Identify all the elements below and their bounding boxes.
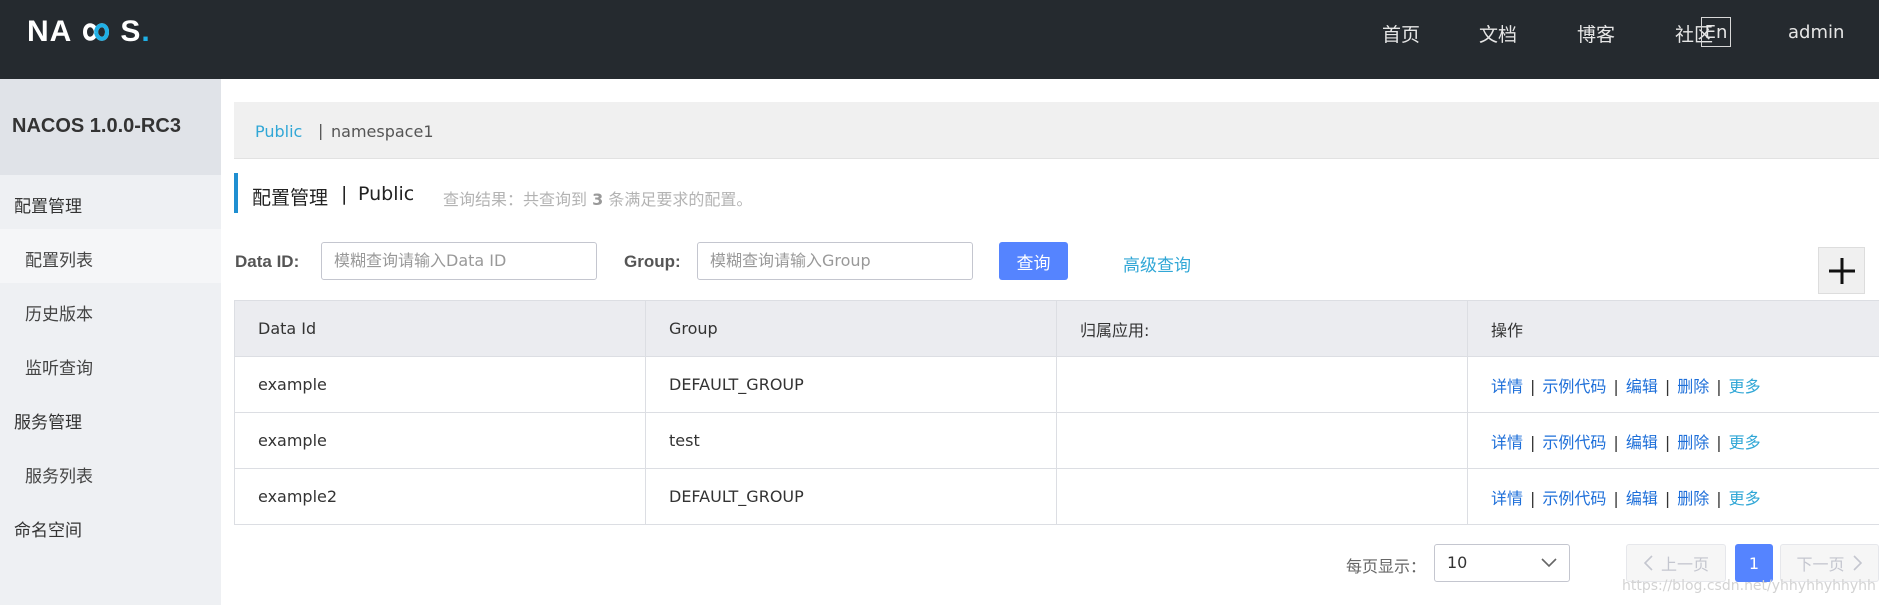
sidebar-item-listener-query[interactable]: 监听查询 <box>0 337 221 391</box>
config-table: Data Id Group 归属应用: 操作 example DEFAULT_G… <box>234 300 1879 525</box>
cell-group: DEFAULT_GROUP <box>645 356 1057 413</box>
language-switch-button[interactable]: En <box>1701 17 1731 47</box>
cell-actions: 详情 | 示例代码 | 编辑 | 删除 | 更多 <box>1467 412 1879 469</box>
delete-link[interactable]: 删除 <box>1677 377 1709 396</box>
sidebar: NACOS 1.0.0-RC3 配置管理 配置列表 历史版本 监听查询 服务管理… <box>0 79 221 605</box>
page-size-label: 每页显示： <box>1346 557 1427 576</box>
user-menu[interactable]: admin <box>1788 22 1844 43</box>
nav-home[interactable]: 首页 <box>1382 20 1420 47</box>
sample-code-link[interactable]: 示例代码 <box>1542 377 1606 396</box>
page-size-value: 10 <box>1447 553 1468 572</box>
cell-dataid: example <box>234 356 646 413</box>
dataid-search-input[interactable]: 模糊查询请输入Data ID <box>321 242 597 280</box>
infinity-icon <box>83 23 110 41</box>
sidebar-item-service-list[interactable]: 服务列表 <box>0 445 221 499</box>
sample-code-link[interactable]: 示例代码 <box>1542 433 1606 452</box>
sidebar-item-label: 服务列表 <box>25 467 93 487</box>
group-label: Group: <box>624 252 681 271</box>
logo-text-left: NA <box>27 15 73 48</box>
advanced-query-link[interactable]: 高级查询 <box>1123 251 1191 276</box>
plus-icon <box>1828 257 1855 284</box>
table-header-row: Data Id Group 归属应用: 操作 <box>234 300 1879 357</box>
watermark-text: https://blog.csdn.net/yhhyhhyhhyhh <box>1622 578 1876 594</box>
page-size-select[interactable]: 10 <box>1434 544 1570 582</box>
add-config-button[interactable] <box>1818 247 1865 294</box>
cell-group: test <box>645 412 1057 469</box>
nav-docs[interactable]: 文档 <box>1479 20 1517 47</box>
edit-link[interactable]: 编辑 <box>1626 489 1658 508</box>
more-link[interactable]: 更多 <box>1729 433 1761 452</box>
edit-link[interactable]: 编辑 <box>1626 433 1658 452</box>
detail-link[interactable]: 详情 <box>1491 433 1523 452</box>
heading-accent-bar <box>234 173 238 213</box>
cell-app <box>1056 356 1468 413</box>
sidebar-item-history[interactable]: 历史版本 <box>0 283 221 337</box>
column-header-group: Group <box>645 300 1057 357</box>
page-namespace: Public <box>358 183 415 205</box>
cell-dataid: example <box>234 412 646 469</box>
cell-dataid: example2 <box>234 468 646 525</box>
column-header-dataid: Data Id <box>234 300 646 357</box>
current-page-button[interactable]: 1 <box>1735 544 1773 582</box>
next-page-label: 下一页 <box>1796 555 1845 574</box>
sidebar-item-label: 服务管理 <box>14 413 82 433</box>
query-result-summary: 查询结果：共查询到 3 条满足要求的配置。 <box>443 190 753 209</box>
sidebar-item-label: 监听查询 <box>25 359 93 379</box>
cell-app <box>1056 468 1468 525</box>
namespace-separator: | <box>318 121 324 140</box>
sidebar-item-label: 配置管理 <box>14 197 82 217</box>
column-header-actions: 操作 <box>1467 300 1879 357</box>
namespace1-link[interactable]: namespace1 <box>331 122 434 141</box>
table-row: example2 DEFAULT_GROUP 详情 | 示例代码 | 编辑 | 删除 | 更多 <box>234 468 1879 525</box>
cell-app <box>1056 412 1468 469</box>
dataid-label: Data ID: <box>235 252 300 271</box>
group-search-input[interactable]: 模糊查询请输入Group <box>697 242 973 280</box>
next-page-button[interactable]: 下一页 <box>1780 544 1879 582</box>
sidebar-item-label: 历史版本 <box>25 305 93 325</box>
sidebar-group-config[interactable]: 配置管理 <box>0 175 221 229</box>
delete-link[interactable]: 删除 <box>1677 489 1709 508</box>
prev-page-label: 上一页 <box>1660 555 1709 574</box>
sidebar-group-service[interactable]: 服务管理 <box>0 391 221 445</box>
prev-page-button[interactable]: 上一页 <box>1626 544 1726 582</box>
chevron-left-icon <box>1643 555 1653 571</box>
namespace-bar: Public | namespace1 <box>234 102 1879 159</box>
chevron-right-icon <box>1852 555 1862 571</box>
page-title: 配置管理 <box>252 187 329 209</box>
sidebar-item-label: 配置列表 <box>25 251 93 271</box>
delete-link[interactable]: 删除 <box>1677 433 1709 452</box>
logo-text-right: S <box>120 15 142 48</box>
logo-dot: . <box>141 15 151 48</box>
detail-link[interactable]: 详情 <box>1491 377 1523 396</box>
sidebar-title: NACOS 1.0.0-RC3 <box>0 79 221 175</box>
more-link[interactable]: 更多 <box>1729 377 1761 396</box>
sidebar-item-config-list[interactable]: 配置列表 <box>0 229 221 283</box>
result-count: 3 <box>592 190 604 209</box>
more-link[interactable]: 更多 <box>1729 489 1761 508</box>
page-title-separator: | <box>341 183 348 205</box>
version-label: NACOS 1.0.0-RC3 <box>12 115 181 137</box>
cell-actions: 详情 | 示例代码 | 编辑 | 删除 | 更多 <box>1467 468 1879 525</box>
detail-link[interactable]: 详情 <box>1491 489 1523 508</box>
sample-code-link[interactable]: 示例代码 <box>1542 489 1606 508</box>
table-row: example test 详情 | 示例代码 | 编辑 | 删除 | 更多 <box>234 412 1879 469</box>
nacos-logo[interactable]: NA S. <box>27 12 151 52</box>
chevron-down-icon <box>1541 558 1557 568</box>
sidebar-item-label: 命名空间 <box>14 521 82 541</box>
top-navbar: NA S. 首页 文档 博客 社区 En admin <box>0 0 1879 79</box>
column-header-app: 归属应用: <box>1056 300 1468 357</box>
namespace-public-link[interactable]: Public <box>255 122 302 141</box>
sidebar-group-namespace[interactable]: 命名空间 <box>0 499 221 553</box>
table-row: example DEFAULT_GROUP 详情 | 示例代码 | 编辑 | 删除 | 更多 <box>234 356 1879 413</box>
cell-group: DEFAULT_GROUP <box>645 468 1057 525</box>
cell-actions: 详情 | 示例代码 | 编辑 | 删除 | 更多 <box>1467 356 1879 413</box>
nav-blog[interactable]: 博客 <box>1577 20 1615 47</box>
edit-link[interactable]: 编辑 <box>1626 377 1658 396</box>
query-button[interactable]: 查询 <box>999 242 1068 280</box>
